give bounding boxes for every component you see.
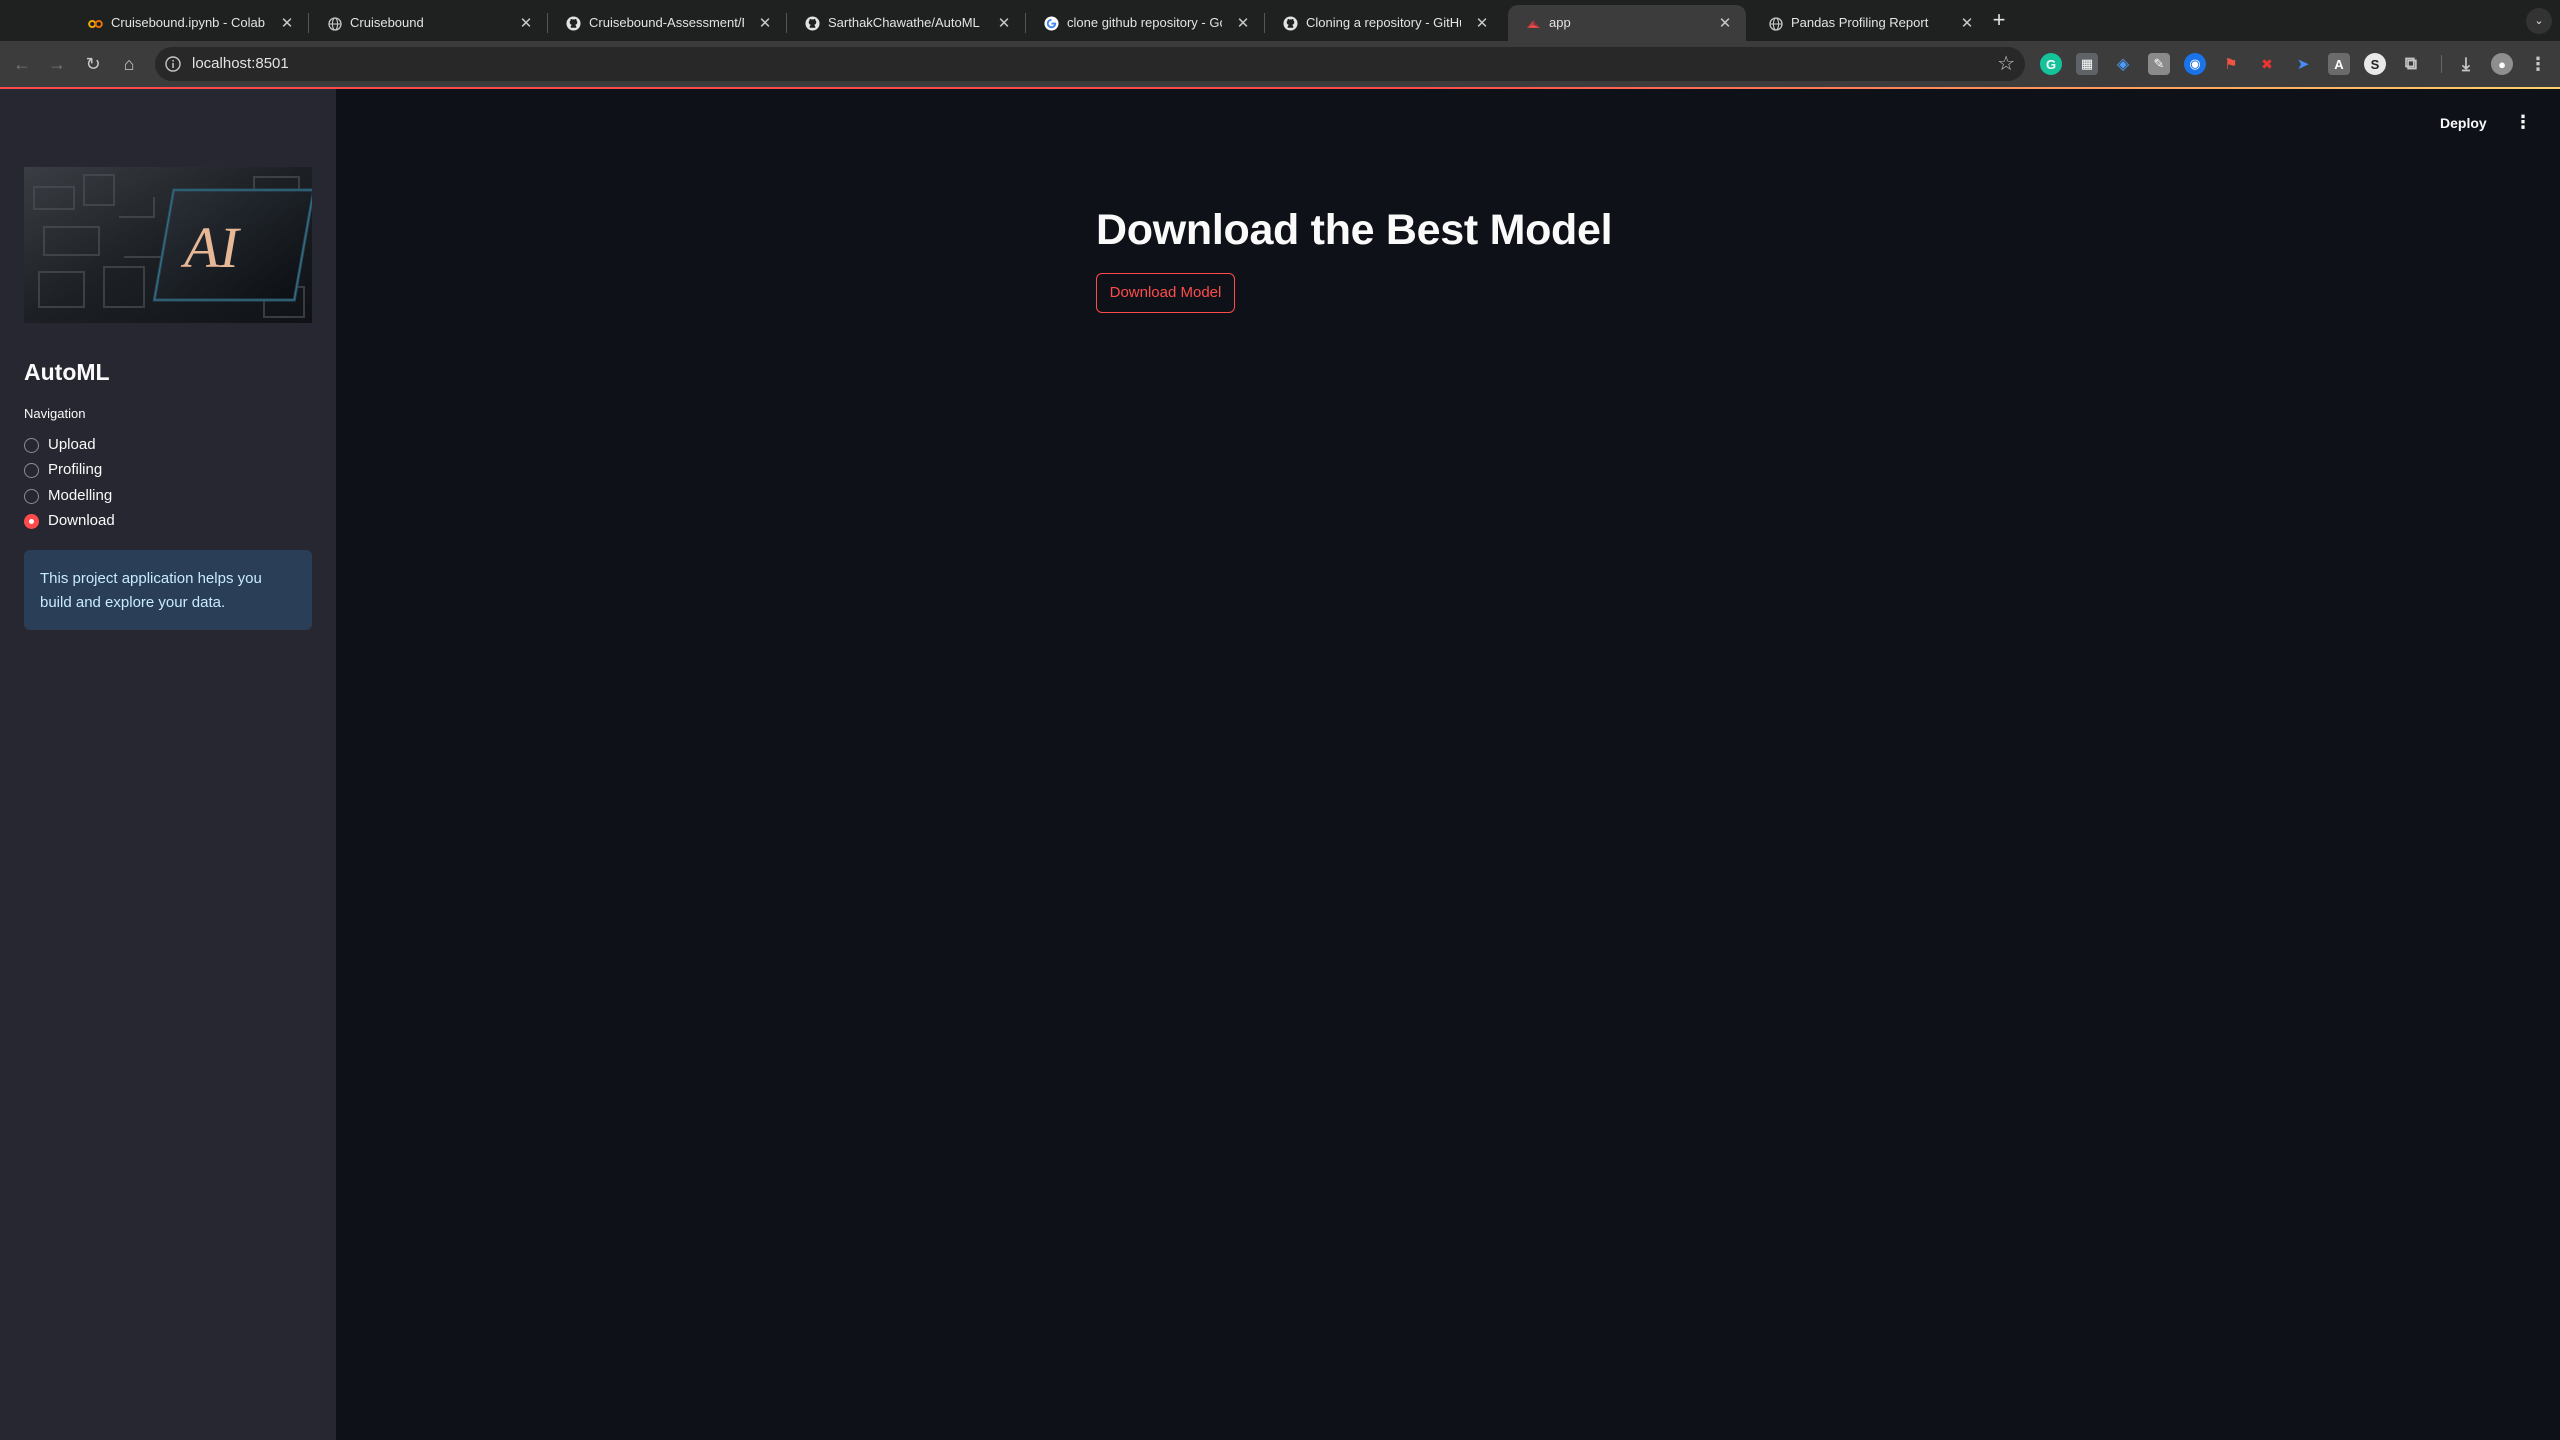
tab-title: clone github repository - Goo — [1067, 15, 1222, 30]
profile-avatar-icon[interactable]: ● — [2491, 53, 2513, 75]
radio-button[interactable] — [24, 437, 39, 453]
nav-option-profiling[interactable]: Profiling — [24, 459, 102, 481]
send-extension-icon[interactable]: ➤ — [2292, 53, 2314, 75]
grammarly-extension-icon[interactable]: G — [2040, 53, 2062, 75]
bookmark-star-icon[interactable]: ☆ — [1997, 53, 2015, 75]
home-icon[interactable]: ⌂ — [115, 50, 143, 78]
main-content — [336, 89, 2560, 1440]
colab-icon — [88, 16, 103, 31]
close-icon[interactable]: ✕ — [278, 14, 296, 32]
blue-circle-extension-icon[interactable]: ◉ — [2184, 53, 2206, 75]
close-icon[interactable]: ✕ — [517, 14, 535, 32]
github-icon — [805, 16, 820, 31]
notes-extension-icon[interactable]: ✎ — [2148, 53, 2170, 75]
nav-option-label: Download — [48, 512, 115, 529]
app-title: AutoML — [24, 359, 110, 385]
tab-colab[interactable]: Cruisebound.ipynb - Colab ✕ — [70, 5, 308, 41]
extension-puzzle-box-icon[interactable]: ▦ — [2076, 53, 2098, 75]
nav-option-download[interactable]: Download — [24, 510, 115, 532]
tab-google-search[interactable]: clone github repository - Goo ✕ — [1026, 5, 1264, 41]
site-info-icon[interactable] — [164, 55, 182, 73]
page-title: Download the Best Model — [1096, 206, 1613, 254]
browser-toolbar: ← → ↻ ⌂ localhost:8501 ☆ G ▦ ◈ ✎ ◉ ⚑ ✖ ➤… — [0, 41, 2560, 87]
close-icon[interactable]: ✕ — [1473, 14, 1491, 32]
nav-option-label: Upload — [48, 436, 96, 453]
close-icon[interactable]: ✕ — [756, 14, 774, 32]
github-icon — [566, 16, 581, 31]
address-url: localhost:8501 — [192, 55, 289, 72]
close-icon[interactable]: ✕ — [1716, 14, 1734, 32]
tab-automl-repo[interactable]: SarthakChawathe/AutoML ✕ — [787, 5, 1025, 41]
tab-title: Cruisebound — [350, 15, 424, 30]
text-extension-icon[interactable]: A — [2328, 53, 2350, 75]
nav-option-label: Profiling — [48, 461, 103, 478]
radio-button[interactable] — [24, 488, 39, 504]
tab-search-chevron-icon[interactable]: ⌄ — [2526, 8, 2552, 34]
download-icon[interactable]: ⤓ — [2455, 53, 2477, 75]
close-icon[interactable]: ✕ — [1234, 14, 1252, 32]
s-extension-icon[interactable]: S — [2364, 53, 2386, 75]
ai-chip-image: AI — [24, 167, 312, 323]
deploy-button[interactable]: Deploy — [2440, 113, 2487, 133]
tab-title: app — [1549, 15, 1571, 30]
reload-icon[interactable]: ↻ — [79, 50, 107, 78]
extensions-puzzle-icon[interactable]: ⧉ — [2400, 53, 2422, 75]
google-icon — [1044, 16, 1059, 31]
tab-cruisebound-assessment[interactable]: Cruisebound-Assessment/Pa ✕ — [548, 5, 786, 41]
forward-arrow-icon[interactable]: → — [43, 50, 71, 78]
tab-title: Cruisebound.ipynb - Colab — [111, 15, 265, 30]
tab-github-docs[interactable]: Cloning a repository - GitHub ✕ — [1265, 5, 1503, 41]
nav-option-upload[interactable]: Upload — [24, 434, 96, 456]
streamlit-icon — [1526, 16, 1541, 31]
radio-button-selected[interactable] — [24, 513, 39, 529]
nav-option-modelling[interactable]: Modelling — [24, 485, 112, 507]
browser-tab-strip: Cruisebound.ipynb - Colab ✕ Cruisebound … — [0, 0, 2560, 41]
hero-ai-text: AI — [180, 215, 241, 280]
toolbar-divider — [2441, 55, 2442, 73]
globe-icon — [327, 16, 342, 31]
navigation-label: Navigation — [24, 406, 86, 421]
more-options-icon[interactable]: ⋮ — [2514, 111, 2532, 135]
sidebar: AI AutoML Navigation Upload Profiling Mo… — [0, 89, 336, 1440]
tab-title: Cloning a repository - GitHub — [1306, 15, 1461, 30]
download-model-button[interactable]: Download Model — [1096, 273, 1235, 313]
tab-app[interactable]: app ✕ — [1508, 5, 1746, 41]
browser-menu-icon[interactable]: ⋮ — [2527, 53, 2549, 75]
tab-title: SarthakChawathe/AutoML — [828, 15, 980, 30]
globe-icon — [1768, 16, 1783, 31]
back-arrow-icon[interactable]: ← — [8, 50, 36, 78]
github-icon — [1283, 16, 1298, 31]
close-icon[interactable]: ✕ — [995, 14, 1013, 32]
address-bar[interactable]: localhost:8501 ☆ — [155, 47, 2025, 81]
tab-title: Pandas Profiling Report — [1791, 15, 1929, 30]
close-icon[interactable]: ✕ — [1958, 14, 1976, 32]
nav-option-label: Modelling — [48, 487, 113, 504]
red-extension-icon[interactable]: ✖ — [2256, 53, 2278, 75]
tab-cruisebound[interactable]: Cruisebound ✕ — [309, 5, 547, 41]
new-tab-button[interactable]: + — [1986, 8, 2012, 34]
layers-extension-icon[interactable]: ◈ — [2112, 53, 2134, 75]
tab-pandas-profiling[interactable]: Pandas Profiling Report ✕ — [1750, 5, 1988, 41]
radio-button[interactable] — [24, 462, 39, 478]
tab-title: Cruisebound-Assessment/Pa — [589, 15, 744, 30]
info-alert: This project application helps you build… — [24, 550, 312, 630]
flag-extension-icon[interactable]: ⚑ — [2220, 53, 2242, 75]
